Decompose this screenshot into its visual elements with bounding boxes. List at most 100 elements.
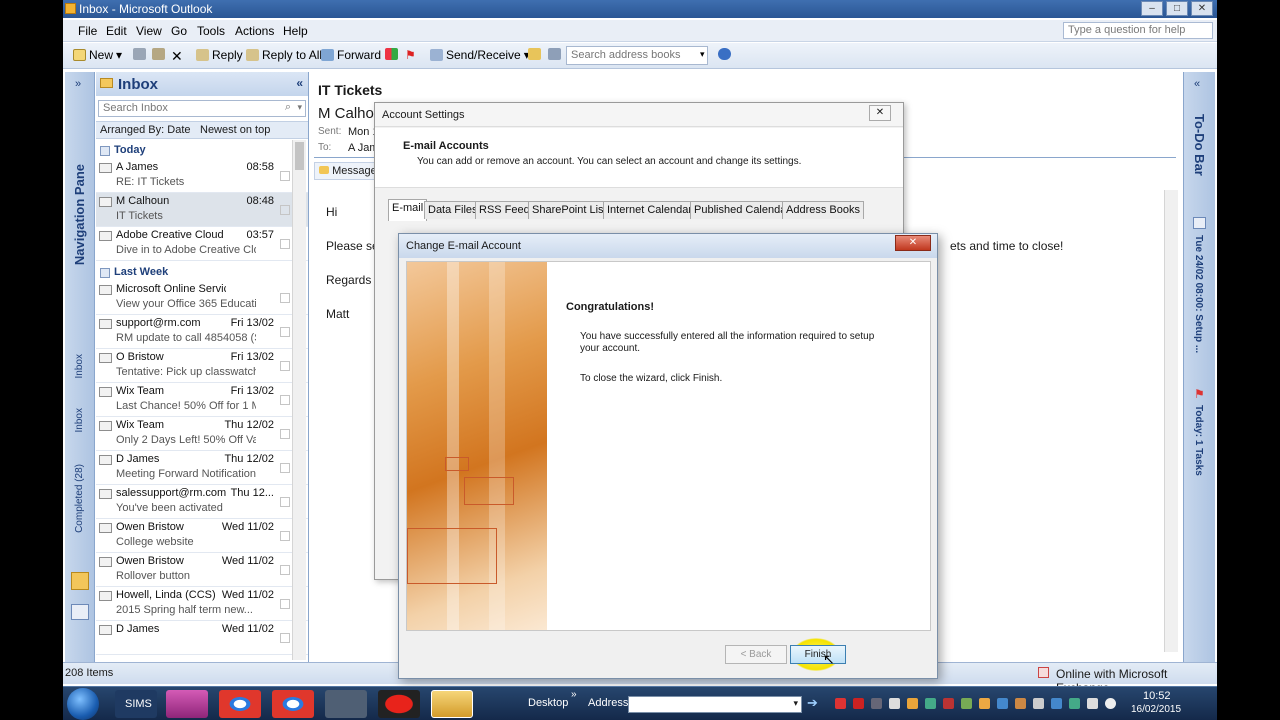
tray-notification-icon[interactable] [889,698,900,709]
close-button[interactable]: ✕ [1191,1,1213,16]
print-button[interactable] [133,48,146,60]
tray-icon-3[interactable] [871,698,882,709]
move-button[interactable] [152,48,165,60]
message-row[interactable]: Wix Team Thu 12/02 Only 2 Days Left! 50% O… [96,417,308,451]
menu-file[interactable]: File [78,24,97,38]
tray-icon-8[interactable] [961,698,972,709]
menu-help[interactable]: Help [283,24,308,38]
message-row[interactable]: O Bristow Fri 13/02 Tentative: Pick up cla… [96,349,308,383]
categorize-checkbox[interactable] [280,531,290,541]
change-account-close-button[interactable]: ✕ [895,235,931,251]
tab-internet-calendars[interactable]: Internet Calendars [603,201,702,219]
arranged-by-bar[interactable]: Arranged By: Date Newest on top [96,121,308,139]
collapse-chevron-icon[interactable]: « [296,76,303,90]
menu-view[interactable]: View [136,24,162,38]
todo-tasks[interactable]: Today: 1 Tasks [1193,405,1204,476]
message-row[interactable]: salessupport@rm.com Thu 12... You've been … [96,485,308,519]
tray-volume-icon[interactable] [1105,698,1116,709]
categorize-checkbox[interactable] [280,565,290,575]
menu-tools[interactable]: Tools [197,24,225,38]
group-header[interactable]: Today [96,139,308,159]
message-row[interactable]: D James Wed 11/02 [96,621,308,655]
message-row[interactable]: Microsoft Online Services Team View your … [96,281,308,315]
categorize-checkbox[interactable] [280,171,290,181]
tray-flag-icon[interactable] [1087,698,1098,709]
navigation-pane[interactable]: » Navigation Pane Inbox Inbox Completed … [65,72,95,662]
message-list-scrollbar[interactable] [292,140,306,660]
categorize-checkbox[interactable] [280,463,290,473]
tray-icon-12[interactable] [1033,698,1044,709]
reply-all-button[interactable]: Reply to All [246,48,322,62]
address-book-button[interactable] [548,48,561,60]
categorize-checkbox[interactable] [280,205,290,215]
categorize-checkbox[interactable] [280,395,290,405]
search-options-arrow-icon[interactable]: ▾ [297,102,302,113]
reply-button[interactable]: Reply [196,48,243,62]
help-search-input[interactable]: Type a question for help [1063,22,1213,39]
search-icon[interactable]: ⌕ [285,101,291,114]
tray-icon-2[interactable] [853,698,864,709]
tray-network-icon[interactable] [1051,698,1062,709]
message-row[interactable]: D James Thu 12/02 Meeting Forward Notifica… [96,451,308,485]
clock-time[interactable]: 10:52 [1143,690,1171,702]
expand-chevron-icon[interactable]: » [75,78,81,90]
send-receive-button[interactable]: Send/Receive ▾ [430,48,530,62]
categorize-checkbox[interactable] [280,599,290,609]
menu-go[interactable]: Go [171,24,187,38]
tray-icon-6[interactable] [925,698,936,709]
tray-shield-icon[interactable] [943,698,954,709]
message-row[interactable]: Owen Bristow Wed 11/02 College website [96,519,308,553]
taskbar-sims[interactable]: SIMS [115,690,157,718]
search-inbox-input[interactable]: Search Inbox ⌕ ▾ [98,100,306,117]
delete-button[interactable]: ✕ [171,48,183,65]
address-dropdown-icon[interactable]: ▾ [793,698,798,709]
taskbar-address-input[interactable]: ▾ [628,696,802,713]
address-dropdown-arrow[interactable]: ▾ [700,49,705,60]
forward-button[interactable]: Forward [321,48,381,62]
message-row[interactable]: A James 08:58 RE: IT Tickets [96,159,308,193]
tab-data-files[interactable]: Data Files [424,201,482,219]
todo-bar[interactable]: « To-Do Bar Tue 24/02 08:00: Setup ... ⚑… [1183,72,1215,662]
message-row[interactable]: M Calhoun 08:48 IT Tickets [96,193,308,227]
go-arrow-icon[interactable]: ➔ [807,695,818,711]
taskbar-record-app[interactable] [378,690,420,718]
menu-actions[interactable]: Actions [235,24,274,38]
search-address-books-input[interactable]: Search address books [566,46,708,65]
message-row[interactable]: Wix Team Fri 13/02 Last Chance! 50% Off fo… [96,383,308,417]
tab-email[interactable]: E-mail [388,199,428,221]
tray-icon-9[interactable] [979,698,990,709]
desktop-toolbar-label[interactable]: Desktop [528,697,568,709]
calendar-module-icon[interactable] [71,604,89,620]
taskbar-outlook[interactable] [431,690,473,718]
back-button[interactable]: < Back [725,645,787,664]
taskbar-app-pink[interactable] [166,690,208,718]
account-settings-close-button[interactable]: ✕ [869,105,891,121]
menu-edit[interactable]: Edit [106,24,127,38]
clock-date[interactable]: 16/02/2015 [1131,704,1181,715]
scrollbar-thumb[interactable] [295,142,304,170]
taskbar-user-app[interactable] [325,690,367,718]
tray-icon-1[interactable] [835,698,846,709]
expand-todo-chevron-icon[interactable]: « [1194,78,1200,90]
categorize-checkbox[interactable] [280,633,290,643]
new-button[interactable]: New ▾ [73,48,122,62]
categorize-checkbox[interactable] [280,429,290,439]
follow-up-button[interactable]: ⚑ [405,48,416,62]
message-row[interactable]: Owen Bristow Wed 11/02 Rollover button [96,553,308,587]
reading-scrollbar[interactable] [1164,190,1178,652]
tray-icon-11[interactable] [1015,698,1026,709]
tab-address-books[interactable]: Address Books [782,201,864,219]
arranged-by-label[interactable]: Arranged By: Date [100,124,191,136]
categorize-button[interactable] [385,48,398,60]
todo-appointment[interactable]: Tue 24/02 08:00: Setup ... [1193,235,1204,353]
categorize-checkbox[interactable] [280,327,290,337]
sort-order-label[interactable]: Newest on top [200,124,270,136]
taskbar-chrome-1[interactable] [219,690,261,718]
help-button[interactable] [718,48,731,60]
start-button[interactable] [67,688,99,720]
tray-icon-10[interactable] [997,698,1008,709]
nav-folder-inbox[interactable]: Inbox [74,354,85,378]
mail-module-icon[interactable] [71,572,89,590]
categorize-checkbox[interactable] [280,239,290,249]
nav-folder-completed[interactable]: Completed (28) [74,464,85,533]
